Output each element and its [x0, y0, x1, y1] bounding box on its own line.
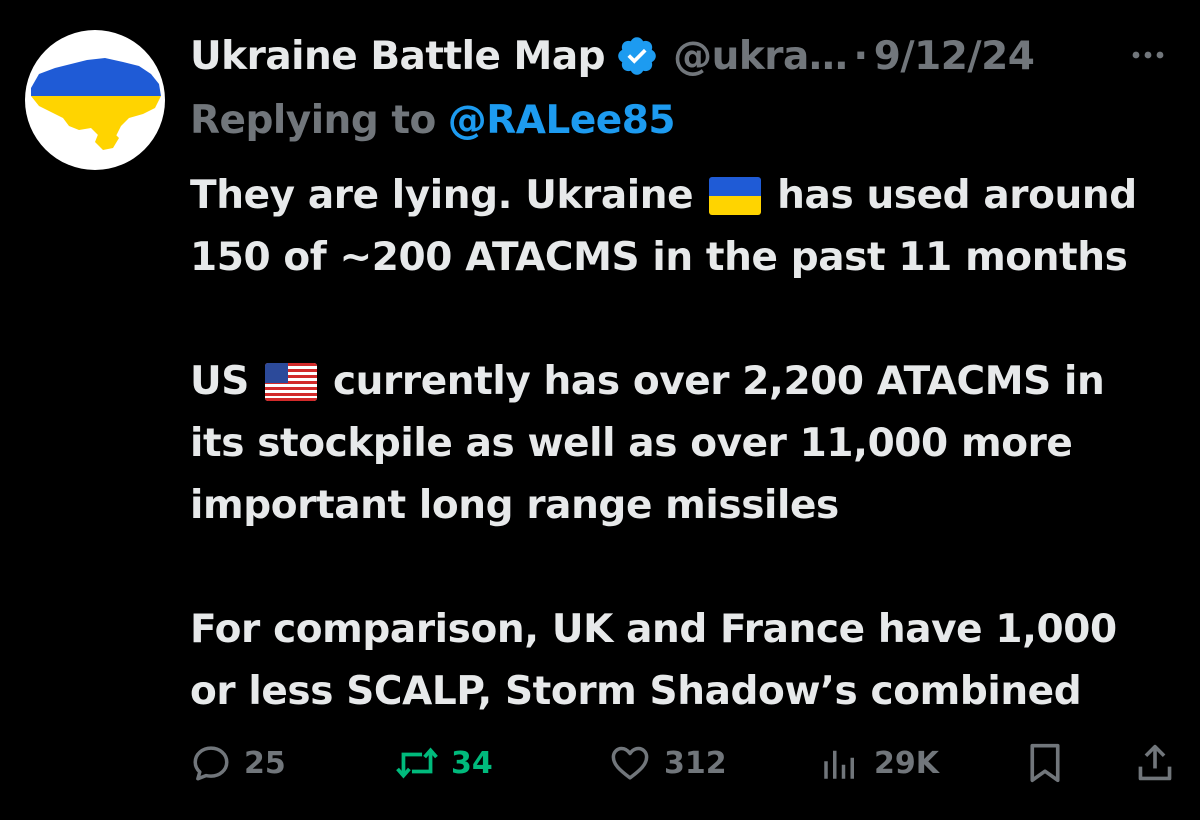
repost-icon	[396, 747, 438, 779]
tweet-line: For comparison, UK and France have 1,000	[190, 607, 1117, 652]
separator-dot: ·	[853, 33, 868, 79]
tweet-line: 150 of ~200 ATACMS in the past 11 months	[190, 235, 1128, 280]
reply-icon	[193, 746, 229, 781]
tweet-line: important long range missiles	[190, 483, 839, 528]
repost-count: 34	[451, 745, 493, 781]
share-button[interactable]	[1135, 735, 1187, 791]
ukraine-map-icon	[31, 58, 161, 150]
reply-count: 25	[244, 745, 286, 781]
views-button[interactable]: 29K	[818, 735, 939, 791]
tweet-text-segment: has used around	[777, 173, 1137, 218]
display-name[interactable]: Ukraine Battle Map	[190, 34, 606, 79]
tweet-text-segment: They are lying. Ukraine	[190, 173, 694, 218]
repost-button[interactable]: 34	[395, 735, 493, 791]
author-handle[interactable]: @ukra…	[673, 34, 848, 79]
tweet-line: or less SCALP, Storm Shadow’s combined	[190, 669, 1082, 714]
bookmark-icon	[1030, 743, 1060, 783]
tweet-text: They are lying. Ukraine has used around …	[190, 165, 1180, 723]
tweet-header: Ukraine Battle Map @ukra… · 9/12/24	[190, 28, 1035, 84]
like-count: 312	[664, 745, 727, 781]
paragraph-break	[190, 537, 1180, 599]
tweet-line: US currently has over 2,200 ATACMS in	[190, 351, 1180, 413]
views-count: 29K	[874, 745, 939, 781]
reply-context: Replying to @RALee85	[190, 92, 676, 148]
views-icon	[824, 750, 854, 779]
reply-button[interactable]: 25	[190, 735, 286, 791]
reply-label: Replying to	[190, 97, 436, 143]
flag-ukraine-icon	[709, 177, 762, 215]
reply-handle-link[interactable]: @RALee85	[448, 98, 676, 143]
tweet-line: its stockpile as well as over 11,000 mor…	[190, 421, 1073, 466]
flag-us-icon	[264, 363, 317, 401]
like-button[interactable]: 312	[608, 735, 727, 791]
bookmark-button[interactable]	[1025, 735, 1077, 791]
tweet-line: They are lying. Ukraine has used around	[190, 165, 1180, 227]
tweet-text-segment: currently has over 2,200 ATACMS in	[332, 359, 1105, 404]
more-icon[interactable]	[1128, 40, 1168, 70]
verified-badge-icon[interactable]	[615, 34, 659, 78]
tweet-date[interactable]: 9/12/24	[874, 34, 1035, 79]
tweet-text-segment: US	[190, 359, 249, 404]
paragraph-break	[190, 289, 1180, 351]
heart-icon	[611, 746, 649, 780]
avatar[interactable]	[25, 30, 165, 170]
action-bar: 25 34 312 29K	[190, 735, 1175, 791]
share-icon	[1138, 744, 1172, 781]
